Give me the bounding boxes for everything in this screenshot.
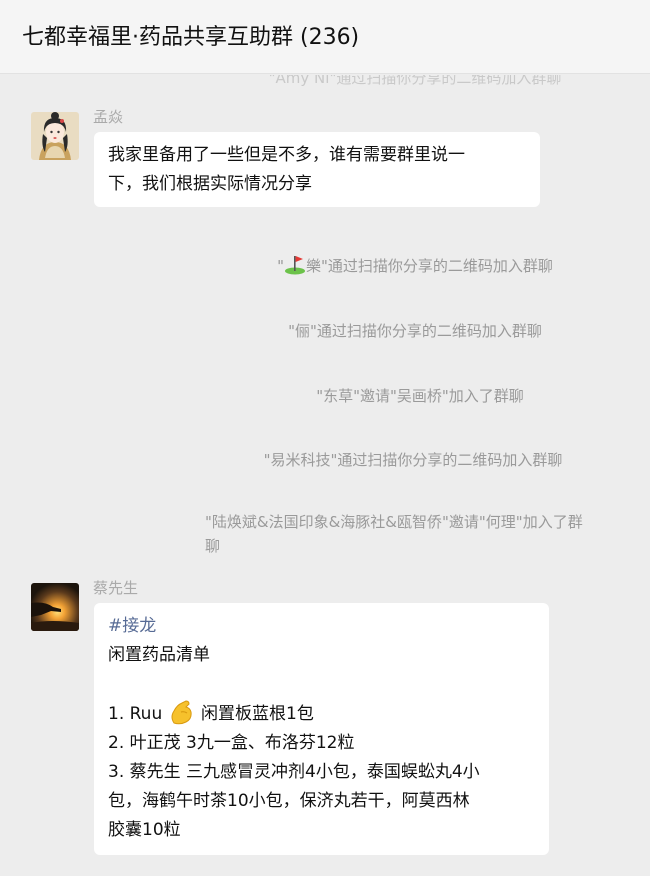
system-message: "陆焕斌&法国印象&海豚社&瓯智侨"邀请"何理"加入了群 聊 [205,513,583,555]
message-list[interactable]: "Amy Ni"通过扫描你分享的二维码加入群聊 孟焱 我家里备用了一些但是不多，… [0,75,650,876]
golf-flag-icon [284,253,306,275]
sender-name: 孟焱 [93,108,124,126]
sunset-hand-avatar[interactable] [31,583,79,631]
sender-name: 蔡先生 [93,579,139,597]
hashtag-link[interactable]: #接龙 [108,612,535,641]
message-text-line: 我家里备用了一些但是不多，谁有需要群里说一 [108,145,465,165]
chat-header: 七都幸福里·药品共享互助群 (236) [0,0,650,74]
list-item: 包，海鹤午时茶10小包，保济丸若干，阿莫西林 [108,791,470,811]
girl-portrait-avatar[interactable] [31,112,79,160]
list-item: 胶囊10粒 [108,820,181,840]
flexed-biceps-icon [168,699,196,725]
chat-title: 七都幸福里·药品共享互助群 (236) [22,25,360,50]
list-item: 2. 叶正茂 3九一盒、布洛芬12粒 [108,733,355,753]
system-message: "俪"通过扫描你分享的二维码加入群聊 [288,322,542,340]
system-message: "东草"邀请"吴画桥"加入了群聊 [316,387,524,405]
list-item: 3. 蔡先生 三九感冒灵冲剂4小包，泰国蜈蚣丸4小 [108,762,480,782]
system-message: "易米科技"通过扫描你分享的二维码加入群聊 [263,451,563,469]
system-message: " 樂"通过扫描你分享的二维码加入群聊 [0,253,650,276]
message-bubble[interactable]: 我家里备用了一些但是不多，谁有需要群里说一 下，我们根据实际情况分享 [94,132,540,207]
message-text-line: 下，我们根据实际情况分享 [108,174,312,194]
message-bubble[interactable]: #接龙 闲置药品清单 1. Ruu 闲置板蓝根1包 2. 叶正茂 3九一盒、布洛… [94,603,549,855]
member-name: 樂 [305,257,321,275]
system-message-cut: "Amy Ni"通过扫描你分享的二维码加入群聊 [268,75,562,87]
list-title: 闲置药品清单 [108,645,210,665]
list-item: 1. Ruu 闲置板蓝根1包 [108,699,535,729]
